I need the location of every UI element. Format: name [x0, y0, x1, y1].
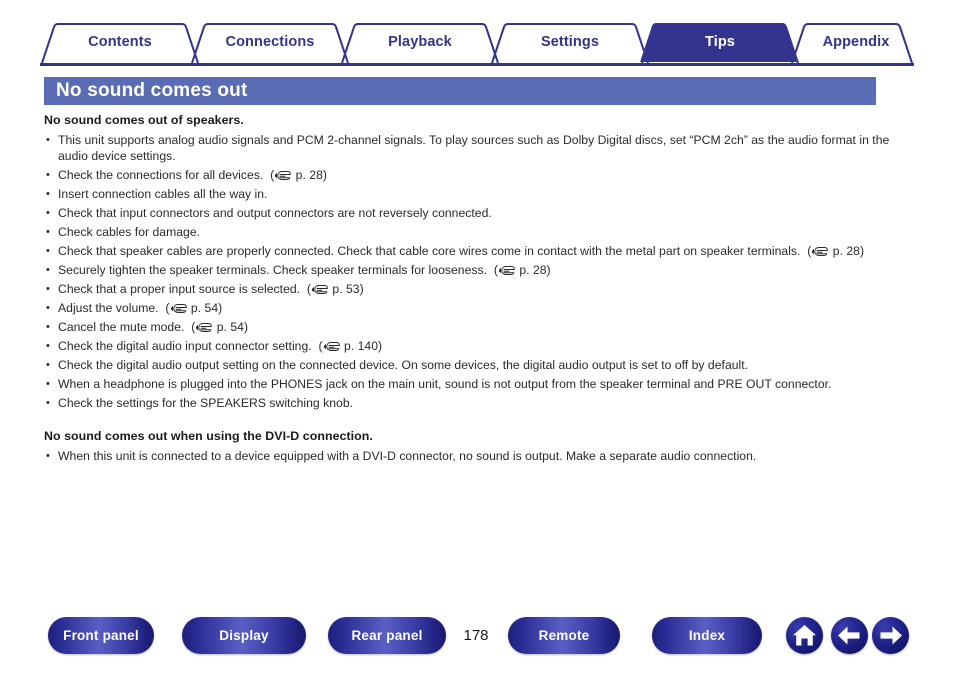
display-button[interactable]: Display: [182, 617, 306, 654]
pointing-hand-icon: [812, 246, 829, 256]
page-reference-link[interactable]: ( p. 28): [487, 263, 551, 277]
arrow-left-icon: [838, 626, 860, 645]
page-reference-label: p. 28): [292, 167, 327, 182]
list-item: Cancel the mute mode. ( p. 54): [44, 320, 916, 336]
list-item-text: Check that input connectors and output c…: [58, 205, 492, 220]
tab-tips[interactable]: Tips: [650, 22, 790, 62]
list-item-text: Adjust the volume.: [58, 300, 159, 315]
list-item: Adjust the volume. ( p. 54): [44, 301, 916, 317]
pointing-hand-icon: [196, 322, 213, 332]
tab-bar-underline: [40, 63, 914, 66]
list-item: Check the digital audio output setting o…: [44, 358, 916, 374]
page-reference-link[interactable]: ( p. 140): [312, 339, 382, 353]
content-body: No sound comes out of speakers. This uni…: [44, 113, 916, 468]
page-title: No sound comes out: [44, 77, 876, 105]
index-button[interactable]: Index: [652, 617, 762, 654]
list-item: Check the settings for the SPEAKERS swit…: [44, 396, 916, 412]
pointing-hand-icon: [323, 341, 340, 351]
list-item-text: This unit supports analog audio signals …: [58, 133, 890, 163]
list-item-text: Check that speaker cables are properly c…: [58, 243, 801, 258]
pointing-hand-icon: [170, 303, 187, 313]
tab-contents[interactable]: Contents: [50, 22, 190, 62]
page-reference-link[interactable]: ( p. 28): [263, 168, 327, 182]
list-item-text: Insert connection cables all the way in.: [58, 186, 268, 201]
pointing-hand-icon: [311, 284, 328, 294]
page-reference-label: p. 53): [328, 281, 364, 296]
tab-playback[interactable]: Playback: [350, 22, 490, 62]
page-reference-link[interactable]: ( p. 54): [184, 320, 248, 334]
page-reference-label: p. 28): [515, 262, 551, 277]
list-item-text: Check cables for damage.: [58, 224, 201, 239]
tab-connections[interactable]: Connections: [200, 22, 340, 62]
subsection-heading-2: No sound comes out when using the DVI-D …: [44, 429, 373, 443]
back-button[interactable]: [831, 617, 868, 654]
remote-button[interactable]: Remote: [508, 617, 620, 654]
subsection-heading-1: No sound comes out of speakers.: [44, 113, 244, 127]
arrow-right-icon: [880, 626, 902, 645]
list-item: Insert connection cables all the way in.: [44, 187, 916, 203]
page-reference-label: p. 140): [340, 338, 383, 353]
list-item: Check cables for damage.: [44, 225, 916, 241]
home-button[interactable]: [786, 617, 823, 654]
footer-nav: Front panel Display Rear panel 178 Remot…: [0, 617, 954, 659]
page-number: 178: [463, 627, 489, 644]
list-item-text: Securely tighten the speaker terminals. …: [58, 262, 488, 277]
tab-settings[interactable]: Settings: [500, 22, 640, 62]
tab-bar: Contents Connections Playback Settings T…: [40, 22, 914, 66]
list-item: Check the connections for all devices. (…: [44, 168, 916, 184]
list-item-text: Check the digital audio output setting o…: [58, 357, 749, 372]
list-item-text: Check the connections for all devices.: [58, 167, 264, 182]
list-item-text: Check the settings for the SPEAKERS swit…: [58, 395, 354, 410]
tab-appendix[interactable]: Appendix: [800, 22, 912, 62]
list-item-text: Check that a proper input source is sele…: [58, 281, 301, 296]
page-reference-link[interactable]: ( p. 54): [159, 301, 223, 315]
list-item: Check that input connectors and output c…: [44, 206, 916, 222]
list-item: Check that speaker cables are properly c…: [44, 244, 916, 260]
pointing-hand-icon: [498, 265, 515, 275]
page-reference-link[interactable]: ( p. 28): [800, 244, 864, 258]
pointing-hand-icon: [275, 170, 292, 180]
page-reference-label: p. 54): [187, 300, 223, 315]
bullet-list-2: When this unit is connected to a device …: [44, 449, 916, 465]
page-reference-link[interactable]: ( p. 53): [300, 282, 364, 296]
list-item: Check that a proper input source is sele…: [44, 282, 916, 298]
list-item: When this unit is connected to a device …: [44, 449, 916, 465]
list-item-text: Cancel the mute mode.: [58, 319, 185, 334]
front-panel-button[interactable]: Front panel: [48, 617, 154, 654]
list-item-text: When this unit is connected to a device …: [58, 449, 757, 463]
bullet-list-1: This unit supports analog audio signals …: [44, 133, 916, 411]
list-item: Check the digital audio input connector …: [44, 339, 916, 355]
list-item: When a headphone is plugged into the PHO…: [44, 377, 916, 393]
list-item-text: Check the digital audio input connector …: [58, 338, 312, 353]
list-item-text: When a headphone is plugged into the PHO…: [58, 376, 832, 391]
rear-panel-button[interactable]: Rear panel: [328, 617, 446, 654]
home-icon: [793, 625, 816, 646]
page-reference-label: p. 54): [213, 319, 249, 334]
forward-button[interactable]: [872, 617, 909, 654]
list-item: This unit supports analog audio signals …: [44, 133, 916, 164]
manual-page: Contents Connections Playback Settings T…: [0, 0, 954, 673]
page-reference-label: p. 28): [829, 243, 865, 258]
list-item: Securely tighten the speaker terminals. …: [44, 263, 916, 279]
